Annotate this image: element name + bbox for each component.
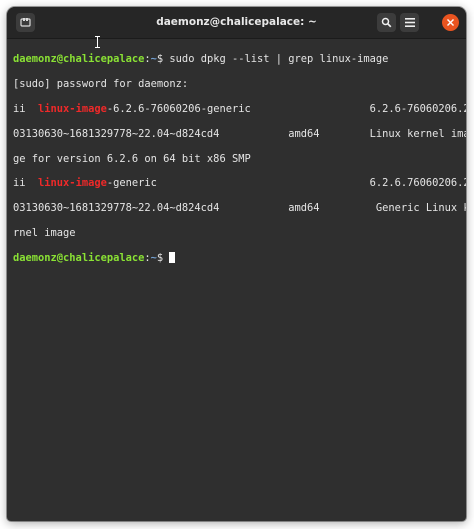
search-button[interactable] — [377, 13, 396, 32]
result-row-1-line-1: ii linux-image-6.2.6-76060206-generic 6.… — [13, 103, 466, 115]
terminal-output[interactable]: daemonz@chalicepalace:~$ sudo dpkg --lis… — [7, 39, 466, 521]
grep-match: linux-image — [38, 177, 107, 190]
result-row-1-line-3: ge for version 6.2.6 on 64 bit x86 SMP — [13, 152, 251, 165]
command-line: daemonz@chalicepalace:~$ sudo dpkg --lis… — [13, 53, 466, 65]
sudo-line: [sudo] password for daemonz: — [13, 78, 189, 91]
status-text: ii — [13, 103, 39, 115]
result-row-2-line-3: rnel image — [13, 226, 76, 239]
search-icon — [381, 17, 392, 28]
window-title: daemonz@chalicepalace: ~ — [156, 16, 317, 28]
result-row-2-line-2: 03130630~1681329778~22.04~d824cd4 amd64 … — [13, 202, 466, 215]
close-icon — [447, 19, 454, 26]
status-text: ii — [13, 177, 39, 190]
package-text: -generic 6.2.6.76060206.2023 — [106, 177, 466, 190]
text-cursor — [169, 251, 176, 263]
prompt-user: daemonz@chalicepalace — [13, 251, 145, 264]
prompt-line: daemonz@chalicepalace:~$ — [13, 251, 466, 264]
prompt-user: daemonz@chalicepalace — [13, 53, 145, 66]
result-row-1-line-2: 03130630~1681329778~22.04~d824cd4 amd64 … — [13, 127, 466, 140]
mouse-ibeam-cursor — [95, 36, 100, 48]
grep-match: linux-image — [38, 103, 107, 115]
package-text: -6.2.6-76060206-generic 6.2.6-76060206.2… — [106, 103, 466, 115]
close-button[interactable] — [442, 14, 459, 31]
prompt-symbol: $ — [156, 251, 170, 264]
hamburger-menu-icon — [404, 18, 415, 27]
prompt-symbol: $ — [156, 53, 170, 66]
menu-button[interactable] — [400, 13, 419, 32]
command-text: sudo dpkg --list | grep linux-image — [169, 53, 389, 66]
result-row-2-line-1: ii linux-image-generic 6.2.6.76060206.20… — [13, 177, 466, 189]
terminal-window: daemonz@chalicepalace: ~ daemonz@chalice… — [7, 7, 466, 521]
titlebar: daemonz@chalicepalace: ~ — [7, 7, 466, 39]
new-tab-button[interactable] — [16, 13, 35, 32]
new-tab-icon — [20, 17, 31, 28]
